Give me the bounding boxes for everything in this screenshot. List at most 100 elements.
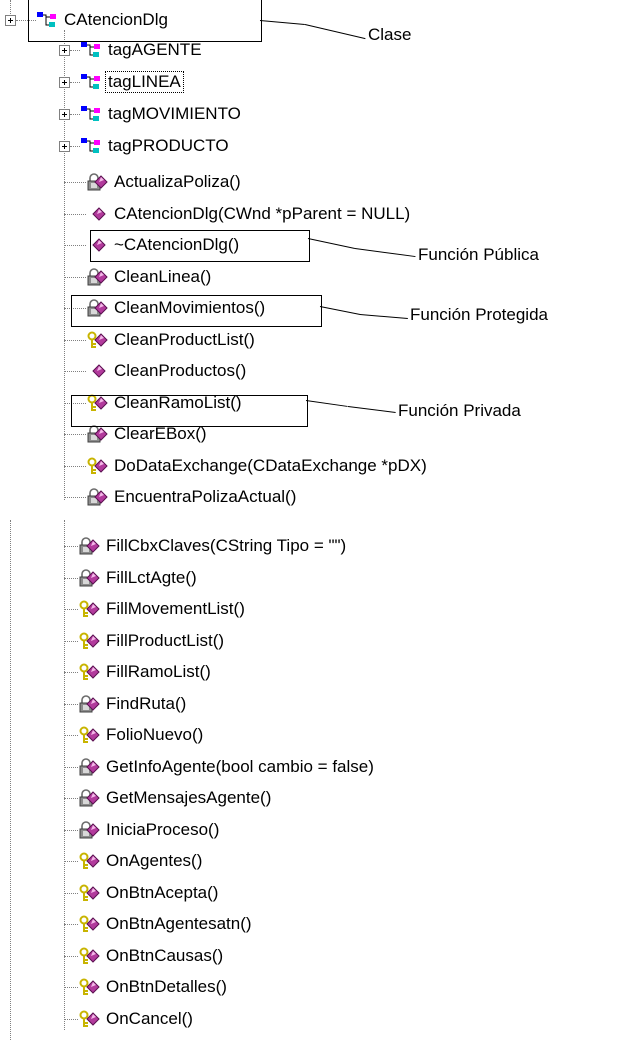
expand-plus-icon[interactable] bbox=[59, 141, 70, 152]
tree-item-method[interactable]: OnCancel() bbox=[78, 1004, 195, 1034]
tree-item-method[interactable]: DoDataExchange(CDataExchange *pDX) bbox=[86, 451, 429, 481]
private-method-icon bbox=[78, 884, 100, 902]
tree-item-method[interactable]: OnBtnDetalles() bbox=[78, 972, 229, 1002]
tree-branch bbox=[64, 987, 78, 988]
private-method-icon bbox=[78, 947, 100, 965]
tree-item-struct[interactable]: tagLINEA bbox=[80, 67, 184, 97]
tree-item-label: OnBtnCausas() bbox=[106, 945, 224, 965]
tree-item-label: ClearEBox() bbox=[114, 424, 207, 443]
tree-item-label: CleanProductList() bbox=[114, 329, 255, 349]
tree-item-label: FindRuta() bbox=[106, 693, 187, 713]
tree-item-label: tagPRODUCTO bbox=[108, 136, 229, 155]
tree-branch bbox=[64, 276, 86, 278]
struct-icon bbox=[80, 73, 102, 91]
tree-branch bbox=[64, 703, 78, 705]
tree-item-method[interactable]: GetMensajesAgente() bbox=[78, 783, 273, 813]
tree-branch bbox=[64, 766, 78, 768]
expand-plus-icon[interactable] bbox=[5, 15, 16, 26]
tree-item-label: FillRamoList() bbox=[106, 662, 211, 681]
tree-branch bbox=[70, 146, 80, 147]
protected-method-icon bbox=[78, 789, 100, 807]
protected-method-icon bbox=[86, 425, 108, 443]
struct-icon bbox=[80, 105, 102, 123]
expand-plus-icon[interactable] bbox=[59, 77, 70, 88]
expand-plus-icon[interactable] bbox=[59, 45, 70, 56]
tree-guide-children bbox=[64, 30, 65, 500]
annotation-leader-line bbox=[347, 406, 397, 413]
tree-branch bbox=[64, 577, 78, 579]
tree-branch bbox=[64, 434, 86, 435]
tree-item-struct[interactable]: tagMOVIMIENTO bbox=[80, 99, 243, 129]
tree-guide-children bbox=[64, 520, 65, 1030]
class-view-tree-top[interactable]: CAtencionDlg tagAGENTE tagLINEA tagMOVIMIEN… bbox=[0, 0, 634, 515]
tree-item-label: IniciaProceso() bbox=[106, 819, 220, 839]
tree-item-label: OnAgentes() bbox=[106, 851, 203, 870]
tree-item-method[interactable]: FindRuta() bbox=[78, 689, 188, 719]
tree-item-method[interactable]: CleanLinea() bbox=[86, 262, 213, 292]
tree-branch bbox=[64, 371, 86, 372]
tree-item-label: OnBtnDetalles() bbox=[106, 977, 227, 996]
tree-branch bbox=[64, 672, 78, 673]
class-highlight-box bbox=[28, 0, 262, 42]
tree-item-method[interactable]: FillMovementList() bbox=[78, 594, 247, 624]
tree-item-label: GetInfoAgente(bool cambio = false) bbox=[106, 756, 374, 776]
tree-item-method[interactable]: FillCbxClaves(CString Tipo = "") bbox=[78, 531, 348, 561]
tree-item-label: OnBtnAcepta() bbox=[106, 882, 219, 902]
tree-branch bbox=[64, 1018, 78, 1020]
public-method-icon bbox=[86, 205, 108, 223]
tree-item-label: tagLINEA bbox=[105, 71, 184, 93]
protected-method-icon bbox=[78, 694, 100, 713]
tree-item-method[interactable]: CleanProductList() bbox=[86, 325, 257, 355]
annotation-leader-line bbox=[319, 306, 361, 315]
tree-item-label: FolioNuevo() bbox=[106, 725, 204, 744]
tree-item-label: CAtencionDlg(CWnd *pParent = NULL) bbox=[114, 203, 411, 223]
tree-branch bbox=[64, 213, 86, 215]
tree-item-label: GetMensajesAgente() bbox=[106, 788, 272, 807]
tree-item-method[interactable]: FillProductList() bbox=[78, 626, 226, 656]
annotation-leader-line bbox=[359, 314, 409, 319]
tree-item-label: tagMOVIMIENTO bbox=[108, 104, 241, 123]
tree-item-struct[interactable]: tagPRODUCTO bbox=[80, 131, 231, 161]
tree-item-method[interactable]: FolioNuevo() bbox=[78, 720, 205, 750]
annotation-protegida: Función Protegida bbox=[410, 305, 548, 324]
annotation-clase: Clase bbox=[368, 25, 412, 44]
tree-branch bbox=[70, 114, 80, 115]
tree-item-method[interactable]: EncuentraPolizaActual() bbox=[86, 482, 298, 512]
tree-item-label: FillMovementList() bbox=[106, 599, 245, 618]
tree-branch bbox=[64, 339, 86, 341]
tree-item-method[interactable]: CleanProductos() bbox=[86, 356, 248, 386]
tree-item-label: OnCancel() bbox=[106, 1008, 193, 1028]
tree-item-method[interactable]: CAtencionDlg(CWnd *pParent = NULL) bbox=[86, 199, 412, 229]
tree-item-method[interactable]: FillRamoList() bbox=[78, 657, 213, 687]
tree-item-method[interactable]: OnBtnAgentesatn() bbox=[78, 909, 254, 939]
tree-branch bbox=[70, 50, 80, 51]
tree-item-label: FillLctAgte() bbox=[106, 567, 197, 587]
class-view-tree-bottom[interactable]: FillCbxClaves(CString Tipo = "") FillLctA… bbox=[0, 520, 634, 1040]
private-method-icon bbox=[86, 331, 108, 349]
protected-method-icon bbox=[86, 267, 108, 286]
tree-branch bbox=[64, 546, 78, 547]
protected-method-icon bbox=[86, 488, 108, 506]
private-method-icon bbox=[78, 978, 100, 996]
tree-item-method[interactable]: FillLctAgte() bbox=[78, 563, 199, 593]
tree-item-method[interactable]: OnAgentes() bbox=[78, 846, 204, 876]
tree-item-method[interactable]: OnBtnAcepta() bbox=[78, 878, 220, 908]
tree-branch bbox=[64, 924, 78, 925]
tree-item-method[interactable]: GetInfoAgente(bool cambio = false) bbox=[78, 752, 376, 782]
tree-item-label: EncuentraPolizaActual() bbox=[114, 487, 297, 506]
tree-item-label: OnBtnAgentesatn() bbox=[106, 914, 252, 933]
tree-branch bbox=[64, 861, 78, 862]
tree-item-method[interactable]: IniciaProceso() bbox=[78, 815, 221, 845]
private-method-icon bbox=[86, 457, 108, 475]
tree-branch bbox=[64, 640, 78, 642]
protected-method-icon bbox=[78, 537, 100, 555]
tree-item-method[interactable]: OnBtnCausas() bbox=[78, 941, 225, 971]
tree-branch bbox=[64, 798, 78, 799]
public-method-icon bbox=[86, 362, 108, 380]
tree-branch bbox=[64, 735, 78, 736]
tree-item-method[interactable]: ActualizaPoliza() bbox=[86, 167, 243, 197]
expand-plus-icon[interactable] bbox=[59, 109, 70, 120]
protected-highlight-box bbox=[71, 295, 322, 327]
tree-branch bbox=[64, 497, 86, 498]
tree-item-label: FillProductList() bbox=[106, 630, 225, 650]
